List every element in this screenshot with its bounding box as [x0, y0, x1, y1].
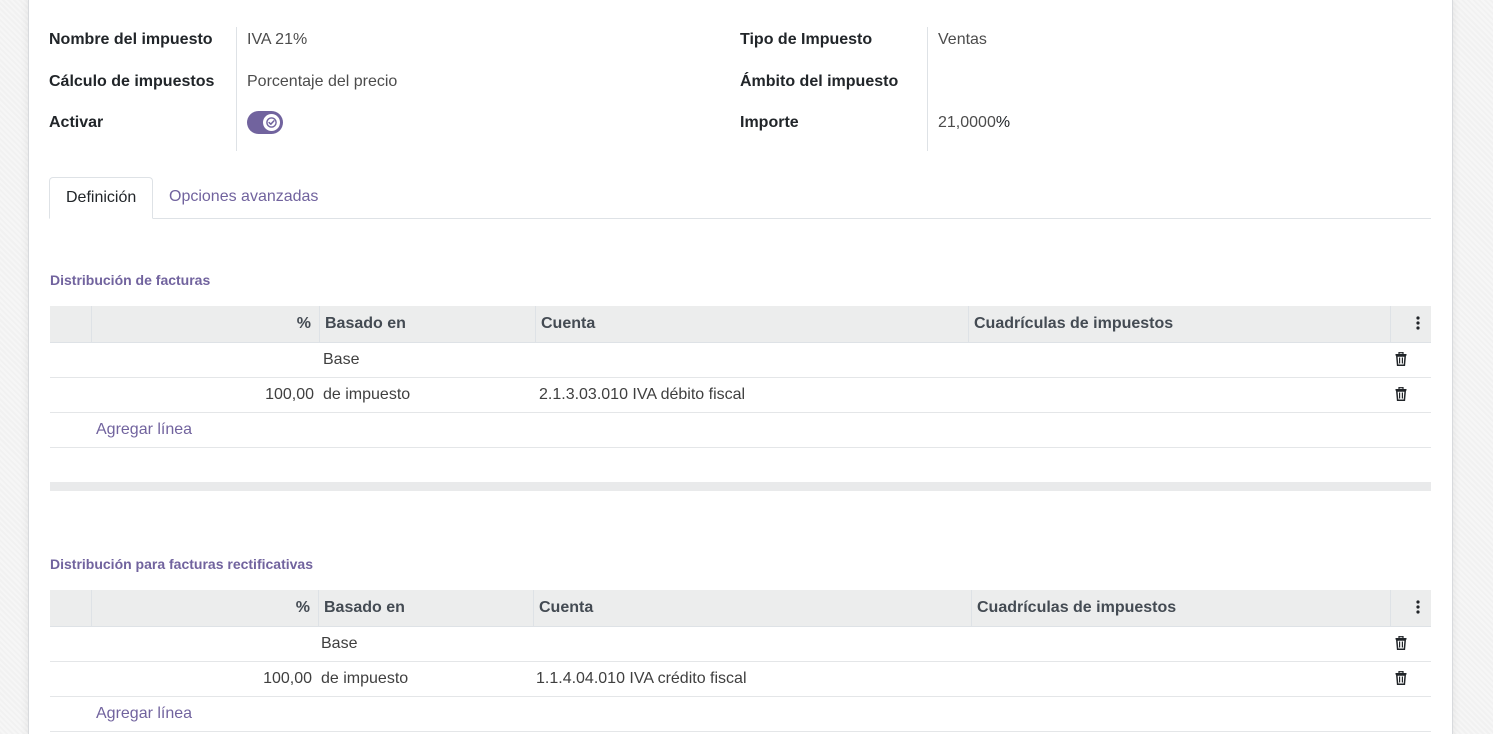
table-row[interactable]: 100,00 de impuesto 1.1.4.04.010 IVA créd… — [50, 662, 1431, 697]
tax-type-value[interactable]: Ventas — [938, 31, 987, 49]
table-header: % Basado en Cuenta Cuadrículas de impues… — [50, 306, 1431, 343]
row-based-on[interactable]: Base — [323, 343, 359, 377]
tab-definition[interactable]: Definición — [49, 177, 154, 219]
toggle-knob — [263, 114, 280, 131]
amount-label: Importe — [740, 114, 799, 131]
table-header: % Basado en Cuenta Cuadrículas de impues… — [50, 590, 1431, 627]
active-toggle[interactable] — [247, 111, 283, 134]
header-percent[interactable]: % — [91, 306, 319, 343]
header-handle-column — [50, 590, 91, 627]
header-handle-column — [50, 306, 91, 343]
tax-name-label: Nombre del impuesto — [49, 31, 213, 48]
table-row[interactable]: 100,00 de impuesto 2.1.3.03.010 IVA débi… — [50, 378, 1431, 413]
row-account[interactable]: 2.1.3.03.010 IVA débito fiscal — [539, 378, 745, 412]
tax-type-label: Tipo de Impuesto — [740, 31, 873, 48]
trash-icon[interactable] — [1395, 387, 1407, 401]
tax-computation-value[interactable]: Porcentaje del precio — [247, 73, 397, 91]
header-tax-grids[interactable]: Cuadrículas de impuestos — [968, 306, 1390, 343]
trash-icon[interactable] — [1395, 352, 1407, 366]
header-tax-grids[interactable]: Cuadrículas de impuestos — [971, 590, 1390, 627]
add-line-link[interactable]: Agregar línea — [96, 413, 192, 447]
row-account[interactable]: 1.1.4.04.010 IVA crédito fiscal — [536, 662, 747, 696]
row-based-on[interactable]: de impuesto — [323, 378, 410, 412]
amount-unit: % — [995, 114, 1011, 131]
add-line-row: Agregar línea — [50, 413, 1431, 448]
tab-advanced-options[interactable]: Opciones avanzadas — [153, 177, 334, 219]
kebab-menu-icon[interactable] — [1416, 316, 1420, 330]
active-label: Activar — [49, 114, 104, 131]
row-percent[interactable]: 100,00 — [91, 378, 314, 412]
header-account[interactable]: Cuenta — [535, 306, 968, 343]
row-based-on[interactable]: Base — [321, 627, 357, 661]
header-based-on[interactable]: Basado en — [319, 306, 535, 343]
section-divider — [50, 482, 1431, 491]
table-row[interactable]: Base — [50, 343, 1431, 378]
form-sheet: Nombre del impuesto IVA 21% Cálculo de i… — [28, 0, 1453, 734]
kebab-menu-icon[interactable] — [1416, 600, 1420, 614]
table-row[interactable]: Base — [50, 627, 1431, 662]
invoice-distribution-table: % Basado en Cuenta Cuadrículas de impues… — [50, 306, 1431, 448]
tax-computation-label: Cálculo de impuestos — [49, 73, 215, 90]
header-based-on[interactable]: Basado en — [318, 590, 533, 627]
amount-field[interactable]: 21,0000% — [938, 114, 1010, 132]
add-line-link[interactable]: Agregar línea — [96, 697, 192, 731]
header-options-column — [1390, 590, 1431, 627]
right-field-separator — [927, 27, 928, 151]
header-options-column — [1390, 306, 1431, 343]
refund-distribution-table: % Basado en Cuenta Cuadrículas de impues… — [50, 590, 1431, 732]
header-account[interactable]: Cuenta — [533, 590, 971, 627]
refund-distribution-title: Distribución para facturas rectificativa… — [50, 556, 313, 572]
amount-value: 21,0000 — [938, 114, 996, 131]
header-percent[interactable]: % — [91, 590, 318, 627]
trash-icon[interactable] — [1395, 671, 1407, 685]
left-field-separator — [236, 27, 237, 151]
row-percent[interactable]: 100,00 — [91, 662, 312, 696]
tax-scope-label: Ámbito del impuesto — [740, 73, 899, 90]
add-line-row: Agregar línea — [50, 697, 1431, 732]
trash-icon[interactable] — [1395, 636, 1407, 650]
tax-name-value[interactable]: IVA 21% — [247, 31, 307, 49]
invoice-distribution-title: Distribución de facturas — [50, 272, 211, 288]
check-icon — [266, 117, 277, 128]
row-based-on[interactable]: de impuesto — [321, 662, 408, 696]
